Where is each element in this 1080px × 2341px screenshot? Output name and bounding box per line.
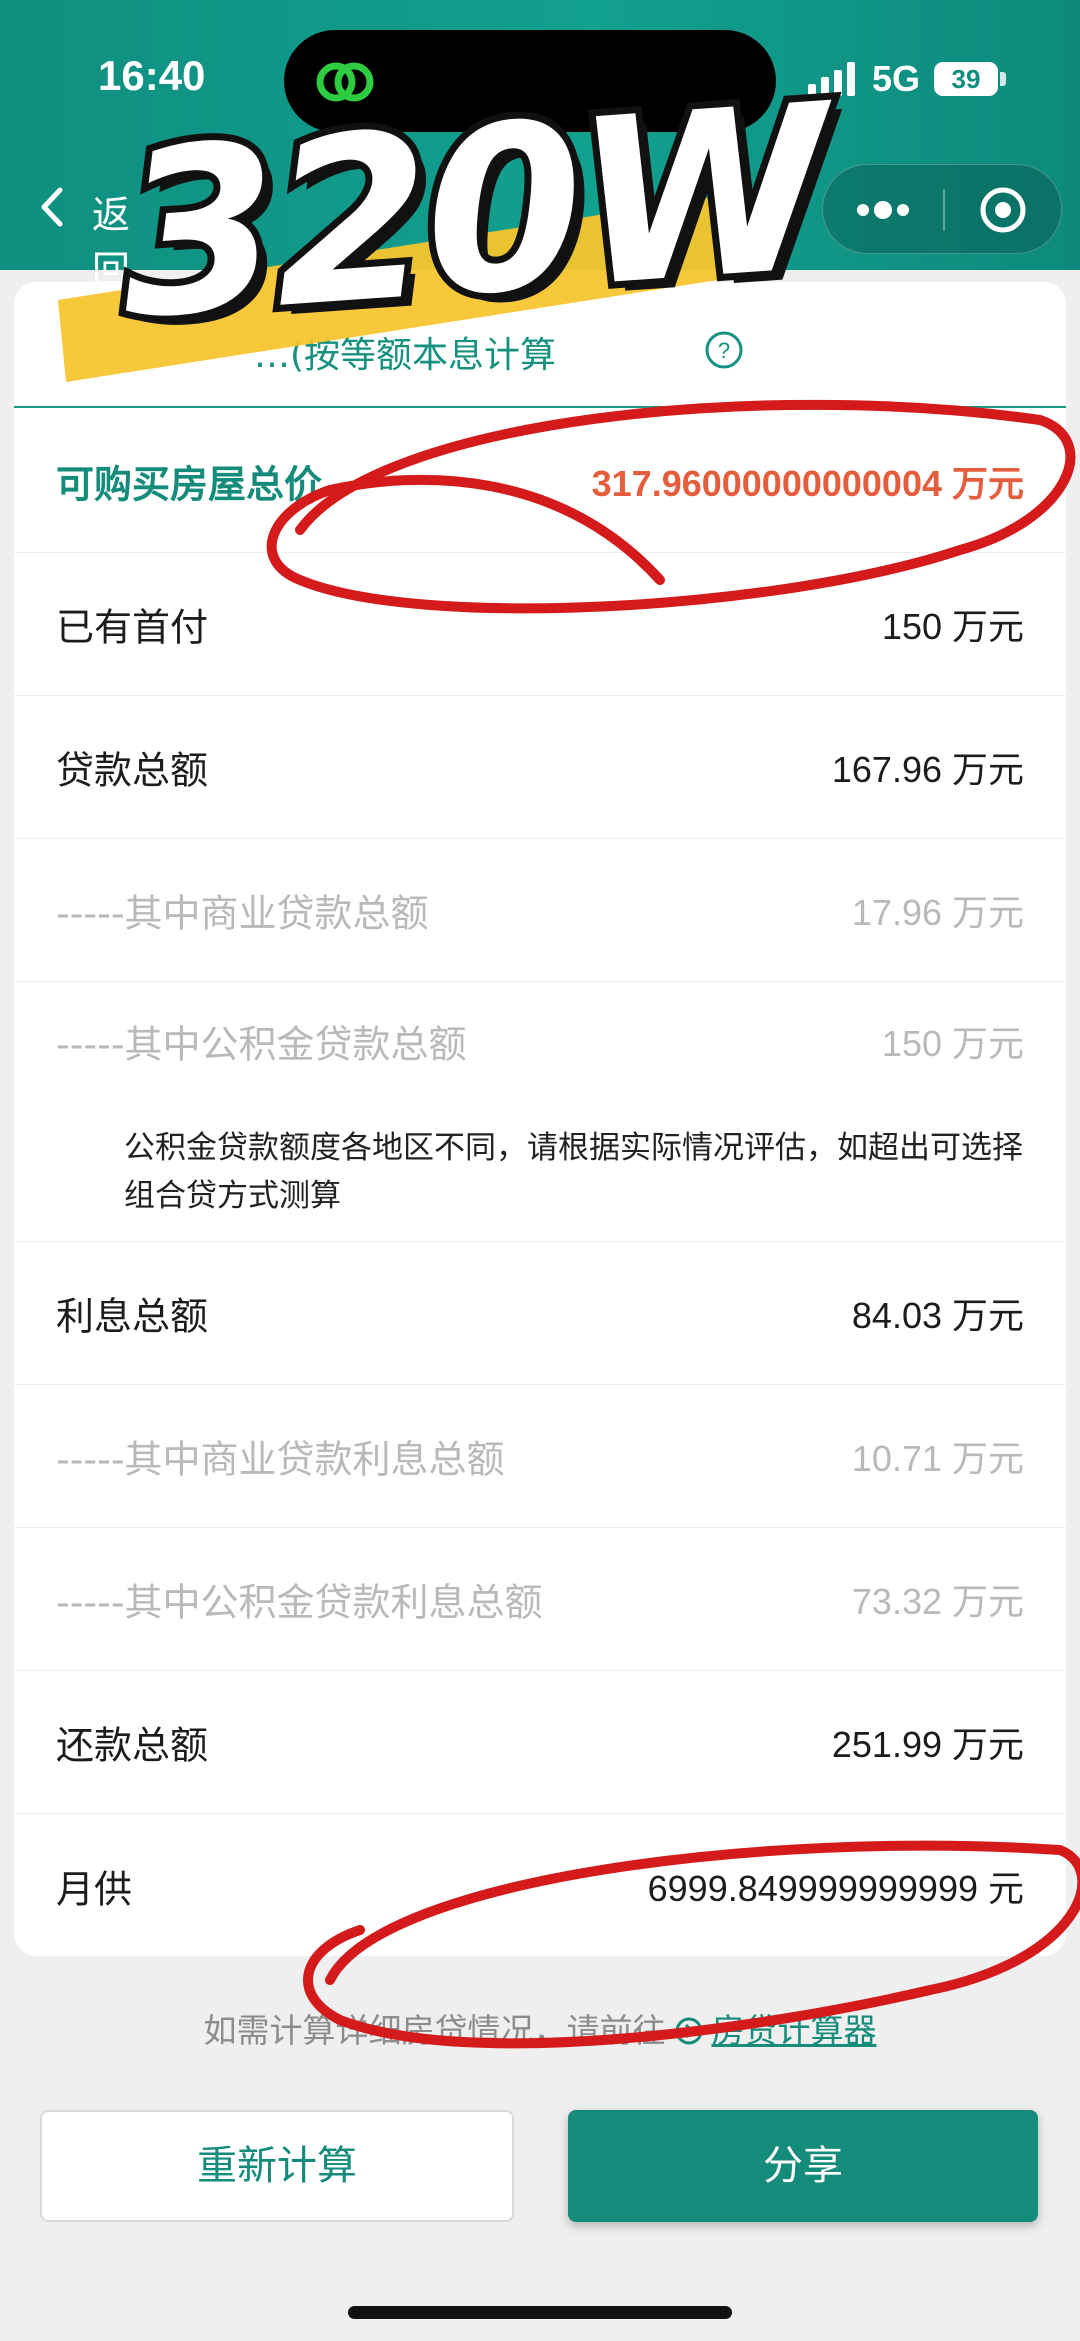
- row-label: 可购买房屋总价: [56, 462, 323, 507]
- row-label: -----其中商业贷款总额: [56, 891, 429, 936]
- row-label: 已有首付: [56, 605, 209, 650]
- row-commercial-loan: -----其中商业贷款总额 17.96 万元: [14, 839, 1066, 982]
- row-value: 17.96 万元: [851, 892, 1024, 933]
- row-value: 317.96000000000004 万元: [591, 463, 1024, 504]
- row-value: 251.99 万元: [831, 1724, 1024, 1765]
- row-down-payment: 已有首付 150 万元: [14, 553, 1066, 696]
- row-label: -----其中商业贷款利息总额: [56, 1437, 505, 1482]
- row-interest-total: 利息总额 84.03 万元: [14, 1242, 1066, 1385]
- row-value: 10.71 万元: [851, 1438, 1024, 1479]
- provident-fund-note: 公积金贷款额度各地区不同，请根据实际情况评估，如超出可选择组合贷方式测算: [14, 1100, 1066, 1242]
- row-label: 利息总额: [56, 1294, 209, 1339]
- network-label: 5G: [872, 58, 921, 99]
- status-time: 16:40: [98, 52, 206, 99]
- footer-hint: 如需计算详细房贷情况，请前往 房贷计算器: [0, 2004, 1080, 2052]
- row-value: 6999.849999999999 元: [647, 1867, 1024, 1909]
- row-label: 贷款总额: [56, 748, 209, 793]
- share-button[interactable]: 分享: [568, 2110, 1038, 2222]
- more-button[interactable]: [823, 165, 943, 255]
- row-value: 150 万元: [881, 1023, 1024, 1064]
- more-dots-icon: [857, 201, 909, 219]
- svg-text:?: ?: [718, 338, 730, 363]
- close-mini-program-button[interactable]: [945, 165, 1063, 255]
- battery-tip: [1000, 72, 1006, 86]
- note-text: 公积金贷款额度各地区不同，请根据实际情况评估，如超出可选择组合贷方式测算: [124, 1130, 1023, 1214]
- row-provident-fund-loan: -----其中公积金贷款总额 150 万元: [14, 982, 1066, 1100]
- arrow-circle-icon: [675, 2017, 702, 2045]
- meme-headline: 320W: [105, 48, 839, 376]
- row-label: 还款总额: [56, 1723, 209, 1768]
- row-value: 73.32 万元: [851, 1581, 1024, 1622]
- battery-icon: 39: [934, 62, 998, 96]
- row-monthly-payment: 月供 6999.849999999999 元: [14, 1814, 1066, 1957]
- row-value: 167.96 万元: [831, 749, 1024, 790]
- row-total-price: 可购买房屋总价 317.96000000000004 万元: [14, 410, 1066, 553]
- row-commercial-interest: -----其中商业贷款利息总额 10.71 万元: [14, 1385, 1066, 1528]
- signal-icon: [808, 62, 855, 96]
- recalculate-button[interactable]: 重新计算: [40, 2110, 514, 2222]
- row-value: 84.03 万元: [851, 1295, 1024, 1336]
- help-icon[interactable]: ?: [704, 330, 744, 370]
- row-label: -----其中公积金贷款利息总额: [56, 1580, 543, 1625]
- row-label: 月供: [56, 1867, 133, 1911]
- footer-hint-text: 如需计算详细房贷情况，请前往: [203, 2011, 666, 2050]
- home-indicator: [348, 2306, 732, 2319]
- row-provident-fund-interest: -----其中公积金贷款利息总额 73.32 万元: [14, 1528, 1066, 1671]
- row-loan-total: 贷款总额 167.96 万元: [14, 696, 1066, 839]
- mini-program-capsule: [822, 164, 1062, 254]
- chevron-left-icon: [41, 187, 63, 227]
- row-repayment-total: 还款总额 251.99 万元: [14, 1671, 1066, 1814]
- row-label: -----其中公积金贷款总额: [56, 1022, 467, 1067]
- row-value: 150 万元: [881, 606, 1024, 647]
- target-close-icon: [980, 187, 1026, 233]
- mortgage-calculator-link[interactable]: 房贷计算器: [712, 2011, 877, 2050]
